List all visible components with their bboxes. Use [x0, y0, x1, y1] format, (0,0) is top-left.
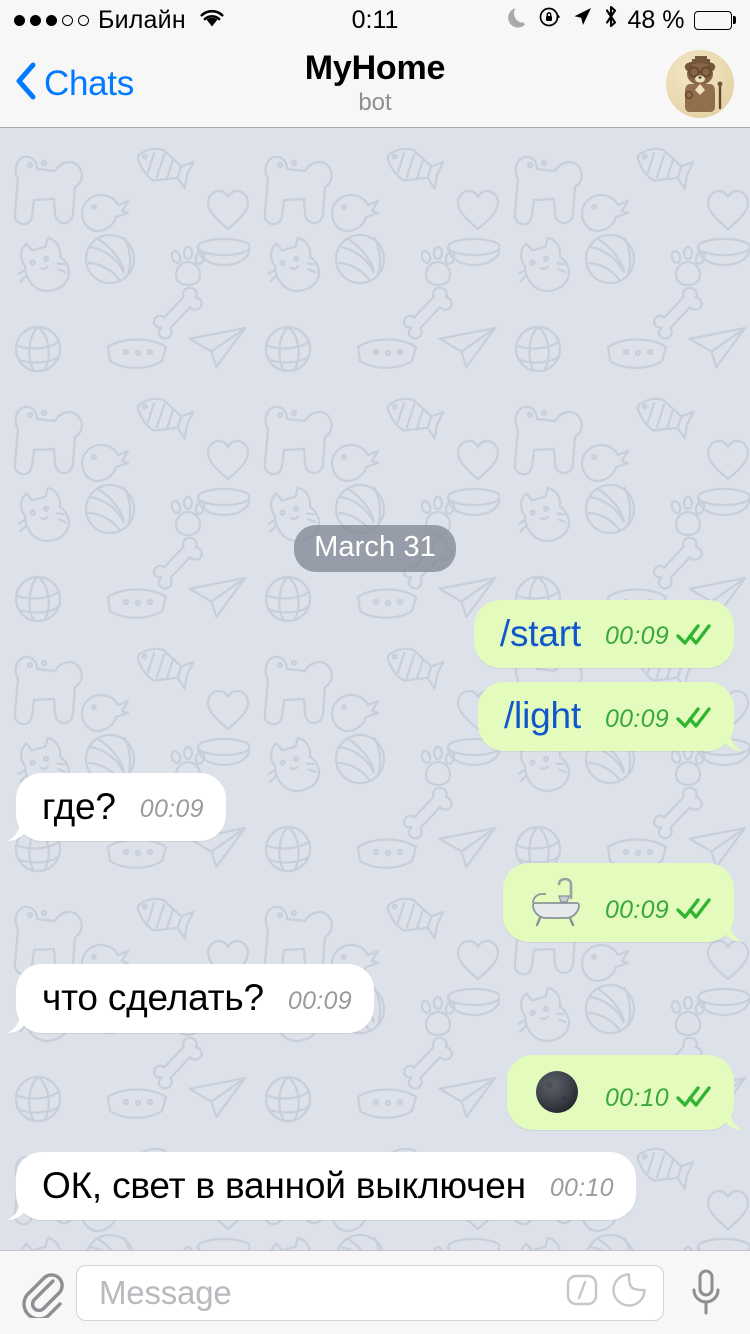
- avatar[interactable]: [666, 49, 734, 118]
- double-check-icon: [676, 623, 712, 650]
- voice-record-button[interactable]: [676, 1267, 736, 1319]
- message-list[interactable]: March 31 /start 00:09 /light 00:09 где? …: [0, 129, 750, 1250]
- carrier-label: Билайн: [98, 5, 186, 34]
- double-check-icon: [676, 897, 712, 924]
- message-bubble-incoming[interactable]: ОК, свет в ванной выключен 00:10: [7, 1151, 636, 1220]
- wifi-icon: [198, 6, 226, 35]
- status-bar: Билайн 0:11 48 %: [0, 0, 750, 40]
- signal-dot: [14, 14, 25, 26]
- message-text: где?: [42, 785, 116, 827]
- telegram-chat-screen: Билайн 0:11 48 % Chats MyHome bot March …: [0, 0, 750, 1334]
- bathtub-icon: [532, 877, 580, 927]
- message-row[interactable]: /light 00:09: [16, 682, 743, 751]
- bubble-tail-icon: [7, 1008, 29, 1033]
- input-field-icons: [565, 1272, 653, 1313]
- message-text: что сделать?: [42, 977, 264, 1019]
- bluetooth-icon: [603, 4, 619, 36]
- paperclip-icon: [22, 1272, 64, 1318]
- message-time: 00:10: [604, 1083, 669, 1112]
- message-time: 00:10: [549, 1174, 614, 1202]
- bubble-tail-icon: [721, 726, 743, 751]
- message-time: 00:09: [139, 795, 204, 824]
- message-bubble-outgoing[interactable]: 00:09: [502, 863, 743, 943]
- status-bar-right: 48 %: [375, 4, 736, 36]
- message-time: 00:09: [287, 986, 352, 1015]
- signal-dot: [78, 14, 89, 26]
- message-emoji-bathtub: [529, 876, 581, 928]
- message-bubble-outgoing[interactable]: /start 00:09: [473, 599, 734, 669]
- double-check-icon: [676, 706, 712, 733]
- message-row[interactable]: 00:09: [16, 863, 743, 943]
- message-row[interactable]: /start 00:09: [16, 599, 734, 669]
- battery-percent-label: 48 %: [627, 5, 685, 34]
- page-title: MyHome: [304, 48, 446, 87]
- message-meta: 00:10: [605, 1084, 712, 1116]
- microphone-icon: [692, 1269, 720, 1314]
- message-row[interactable]: что сделать? 00:09: [7, 964, 734, 1033]
- battery-icon: [693, 10, 736, 30]
- message-emoji-new-moon: [533, 1068, 581, 1116]
- message-meta: 00:09: [605, 705, 712, 737]
- status-bar-left: Билайн: [14, 6, 375, 35]
- chevron-left-icon: [14, 61, 38, 106]
- double-check-icon: [676, 1085, 712, 1112]
- date-separator: March 31: [294, 524, 456, 572]
- signal-strength-dots: [14, 14, 89, 26]
- date-separator-row: March 31: [16, 524, 734, 572]
- message-text: ОК, свет в ванной выключен: [42, 1164, 526, 1206]
- message-bubble-outgoing[interactable]: 00:10: [506, 1054, 743, 1130]
- message-row[interactable]: где? 00:09: [7, 772, 734, 842]
- back-button[interactable]: Chats: [0, 61, 230, 106]
- message-input-placeholder: Message: [99, 1273, 232, 1311]
- slash-command-icon[interactable]: [565, 1273, 599, 1312]
- message-input-bar: Message: [0, 1250, 750, 1334]
- message-meta: 00:09: [605, 896, 712, 928]
- bubble-tail-icon: [721, 1105, 743, 1130]
- chat-subtitle: bot: [358, 89, 392, 117]
- navigation-bar: Chats MyHome bot: [0, 40, 750, 128]
- bubble-tail-icon: [721, 918, 743, 943]
- signal-dot: [62, 14, 73, 26]
- message-text: /start: [499, 612, 581, 654]
- bubble-tail-icon: [7, 1196, 29, 1220]
- bubble-tail-icon: [7, 817, 29, 842]
- attach-button[interactable]: [14, 1268, 70, 1318]
- message-meta: 00:09: [605, 622, 712, 654]
- back-button-label: Chats: [44, 63, 134, 103]
- message-input-field[interactable]: Message: [76, 1264, 664, 1321]
- message-text: /light: [503, 695, 581, 737]
- message-bubble-incoming[interactable]: где? 00:09: [7, 772, 226, 842]
- message-meta: 00:09: [288, 987, 352, 1019]
- signal-dot: [46, 14, 57, 26]
- message-time: 00:09: [604, 704, 669, 733]
- message-bubble-outgoing[interactable]: /light 00:09: [477, 682, 743, 751]
- signal-dot: [30, 14, 41, 26]
- message-time: 00:09: [604, 896, 669, 925]
- messages-container: March 31 /start 00:09 /light 00:09 где? …: [0, 524, 750, 1250]
- sticker-icon[interactable]: [611, 1272, 647, 1313]
- rotation-lock-icon: [538, 5, 562, 36]
- message-time: 00:09: [604, 622, 669, 651]
- moon-icon: [507, 5, 529, 36]
- steampunk-panda-icon: [684, 55, 723, 112]
- message-row[interactable]: ОК, свет в ванной выключен 00:10: [7, 1151, 734, 1220]
- message-row[interactable]: 00:10: [16, 1054, 743, 1130]
- message-bubble-incoming[interactable]: что сделать? 00:09: [7, 964, 374, 1033]
- message-meta: 00:10: [550, 1174, 614, 1206]
- new-moon-icon: [535, 1070, 578, 1113]
- message-meta: 00:09: [140, 795, 204, 827]
- location-arrow-icon: [571, 5, 594, 35]
